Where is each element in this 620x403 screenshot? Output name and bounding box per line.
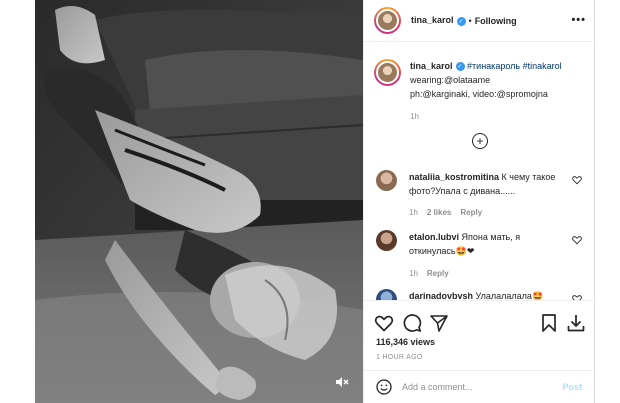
plus-circle-icon: +	[476, 134, 484, 148]
author-username[interactable]: tina_karol ✓	[411, 15, 466, 26]
comment-time: 1h	[409, 208, 418, 217]
comment-composer: Add a comment... Post	[364, 370, 596, 403]
mute-button[interactable]	[333, 373, 351, 391]
comments-list[interactable]: tina_karol ✓ #тинакароль #tinakarol weari…	[364, 43, 596, 300]
avatar[interactable]	[376, 289, 397, 300]
post-photo	[35, 0, 363, 403]
heart-outline-icon[interactable]	[572, 175, 582, 185]
caption-line-credits: ph:@karginaki, video:@spromojna	[410, 89, 548, 99]
caption-avatar-ring[interactable]	[374, 59, 401, 86]
download-icon[interactable]	[566, 313, 586, 333]
comment-username[interactable]: etalon.lubvi	[409, 232, 459, 242]
comment-item: etalon.lubvi Япона мать, я откинулась🤩❤ …	[376, 230, 586, 281]
speaker-muted-icon	[336, 377, 349, 387]
caption-time: 1h	[410, 112, 419, 121]
view-count[interactable]: 116,346 views	[376, 337, 435, 347]
avatar	[376, 9, 399, 32]
comment-meta: 1h 2 likes Reply	[409, 206, 564, 220]
comment-username[interactable]: darinadovbvsh	[409, 291, 473, 300]
reply-button[interactable]: Reply	[427, 267, 449, 281]
post-comment-button[interactable]: Post	[562, 382, 582, 392]
comment-emoji: 🤩❤	[455, 247, 475, 257]
comment-meta: 1h Reply	[409, 267, 564, 281]
comment-emoji: 🤩	[531, 292, 544, 300]
post-actions: 116,346 views 1 HOUR AGO	[364, 300, 596, 370]
bookmark-icon[interactable]	[539, 313, 559, 333]
avatar	[376, 61, 399, 84]
add-comment-input[interactable]: Add a comment...	[402, 382, 562, 392]
comment-bubble-icon[interactable]	[402, 313, 422, 333]
comment-item: nataliia_kostromitina К чему такое фото?…	[376, 170, 586, 220]
comment-body: etalon.lubvi Япона мать, я откинулась🤩❤ …	[409, 230, 564, 281]
verified-badge-icon: ✓	[455, 62, 465, 72]
more-options-button[interactable]: •••	[571, 14, 586, 26]
post-sidebar: tina_karol ✓ • Following ••• tina_karol ✓ …	[363, 0, 596, 403]
comment-body: nataliia_kostromitina К чему такое фото?…	[409, 170, 564, 220]
avatar[interactable]	[376, 230, 397, 251]
caption-line-wearing: wearing:@olataame	[410, 75, 491, 85]
smiley-icon[interactable]	[376, 379, 392, 395]
author-avatar-ring[interactable]	[374, 7, 401, 34]
reply-button[interactable]: Reply	[460, 206, 482, 220]
caption-text: tina_karol ✓ #тинакароль #tinakarol weari…	[410, 59, 562, 124]
load-more-comments-button[interactable]: +	[472, 133, 488, 149]
following-button[interactable]: Following	[475, 16, 517, 26]
comment-username[interactable]: nataliia_kostromitina	[409, 172, 499, 182]
comment-likes[interactable]: 2 likes	[427, 206, 451, 220]
caption-username[interactable]: tina_karol	[410, 61, 453, 71]
caption: tina_karol ✓ #тинакароль #tinakarol weari…	[374, 59, 589, 124]
avatar[interactable]	[376, 170, 397, 191]
author-username-text: tina_karol	[411, 15, 454, 26]
separator-dot: •	[468, 15, 472, 26]
verified-badge-icon: ✓	[456, 16, 466, 26]
comment-text: Улалалалала	[475, 291, 532, 300]
comment-time: 1h	[409, 269, 418, 278]
comment-body: darinadovbvsh Улалалалала🤩	[409, 289, 564, 300]
post-timestamp: 1 HOUR AGO	[376, 354, 423, 361]
share-paper-plane-icon[interactable]	[429, 313, 449, 333]
heart-outline-icon[interactable]	[572, 235, 582, 245]
more-horizontal-icon: •••	[571, 14, 586, 26]
caption-hashtags[interactable]: #тинакароль #tinakarol	[467, 61, 562, 71]
post-header: tina_karol ✓ • Following •••	[364, 0, 596, 42]
post-media[interactable]	[35, 0, 363, 403]
comment-item: darinadovbvsh Улалалалала🤩	[376, 289, 586, 300]
like-heart-icon[interactable]	[374, 313, 394, 333]
